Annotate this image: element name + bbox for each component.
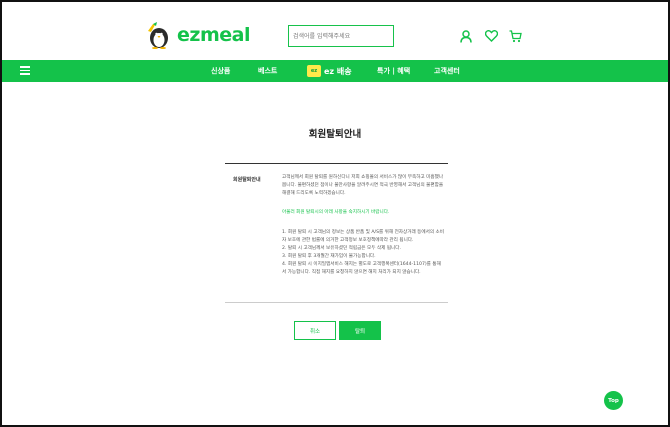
penguin-mascot-icon	[145, 21, 175, 49]
withdrawal-info: 고객님께서 회원 탈퇴를 원하신다니 저희 쇼핑몰의 서비스가 많이 부족하고 …	[282, 174, 444, 277]
ezmeal-logo[interactable]: ezmeal	[145, 20, 250, 50]
ez-delivery-truck-icon: ez	[307, 65, 321, 77]
nav-item-ez-delivery[interactable]: ez ez 배송	[307, 63, 352, 79]
page-title: 회원탈퇴안내	[308, 129, 362, 140]
notice-text: 아울러 회원 탈퇴시의 아래 사항을 숙지하시기 바랍니다.	[282, 210, 390, 215]
cart-icon[interactable]	[508, 29, 522, 43]
ez-delivery-label: ez 배송	[324, 66, 352, 76]
nav-item-customer-center[interactable]: 고객센터	[434, 64, 460, 78]
menu-icon[interactable]	[20, 66, 30, 76]
scroll-top-button[interactable]: Top	[604, 391, 623, 410]
site-header: ezmeal	[2, 2, 668, 60]
section-divider-top	[225, 163, 448, 164]
search-input[interactable]	[289, 26, 393, 46]
withdraw-button[interactable]: 탈퇴	[339, 321, 381, 340]
intro-text: 고객님께서 회원 탈퇴를 원하신다니 저희 쇼핑몰의 서비스가 많이 부족하고 …	[282, 175, 444, 196]
rules-text: 1. 회원 탈퇴 시 고객님의 정보는 상품 반품 및 A/S를 위해 전자상거…	[282, 230, 444, 275]
section-label: 회원탈퇴안내	[233, 177, 261, 183]
cancel-button[interactable]: 취소	[294, 321, 336, 340]
main-nav: 신상품 베스트 ez ez 배송 특가 | 혜택 고객센터	[2, 60, 668, 82]
section-divider-bottom	[225, 302, 448, 303]
user-icon[interactable]	[459, 29, 473, 43]
nav-item-new[interactable]: 신상품	[211, 64, 230, 78]
search-box	[288, 25, 394, 47]
page-frame: ezmeal 신상품 베스트	[0, 0, 670, 427]
heart-icon[interactable]	[484, 29, 498, 43]
nav-item-deals[interactable]: 특가 | 혜택	[377, 64, 410, 78]
logo-text: ezmeal	[177, 24, 250, 46]
nav-item-best[interactable]: 베스트	[258, 64, 277, 78]
